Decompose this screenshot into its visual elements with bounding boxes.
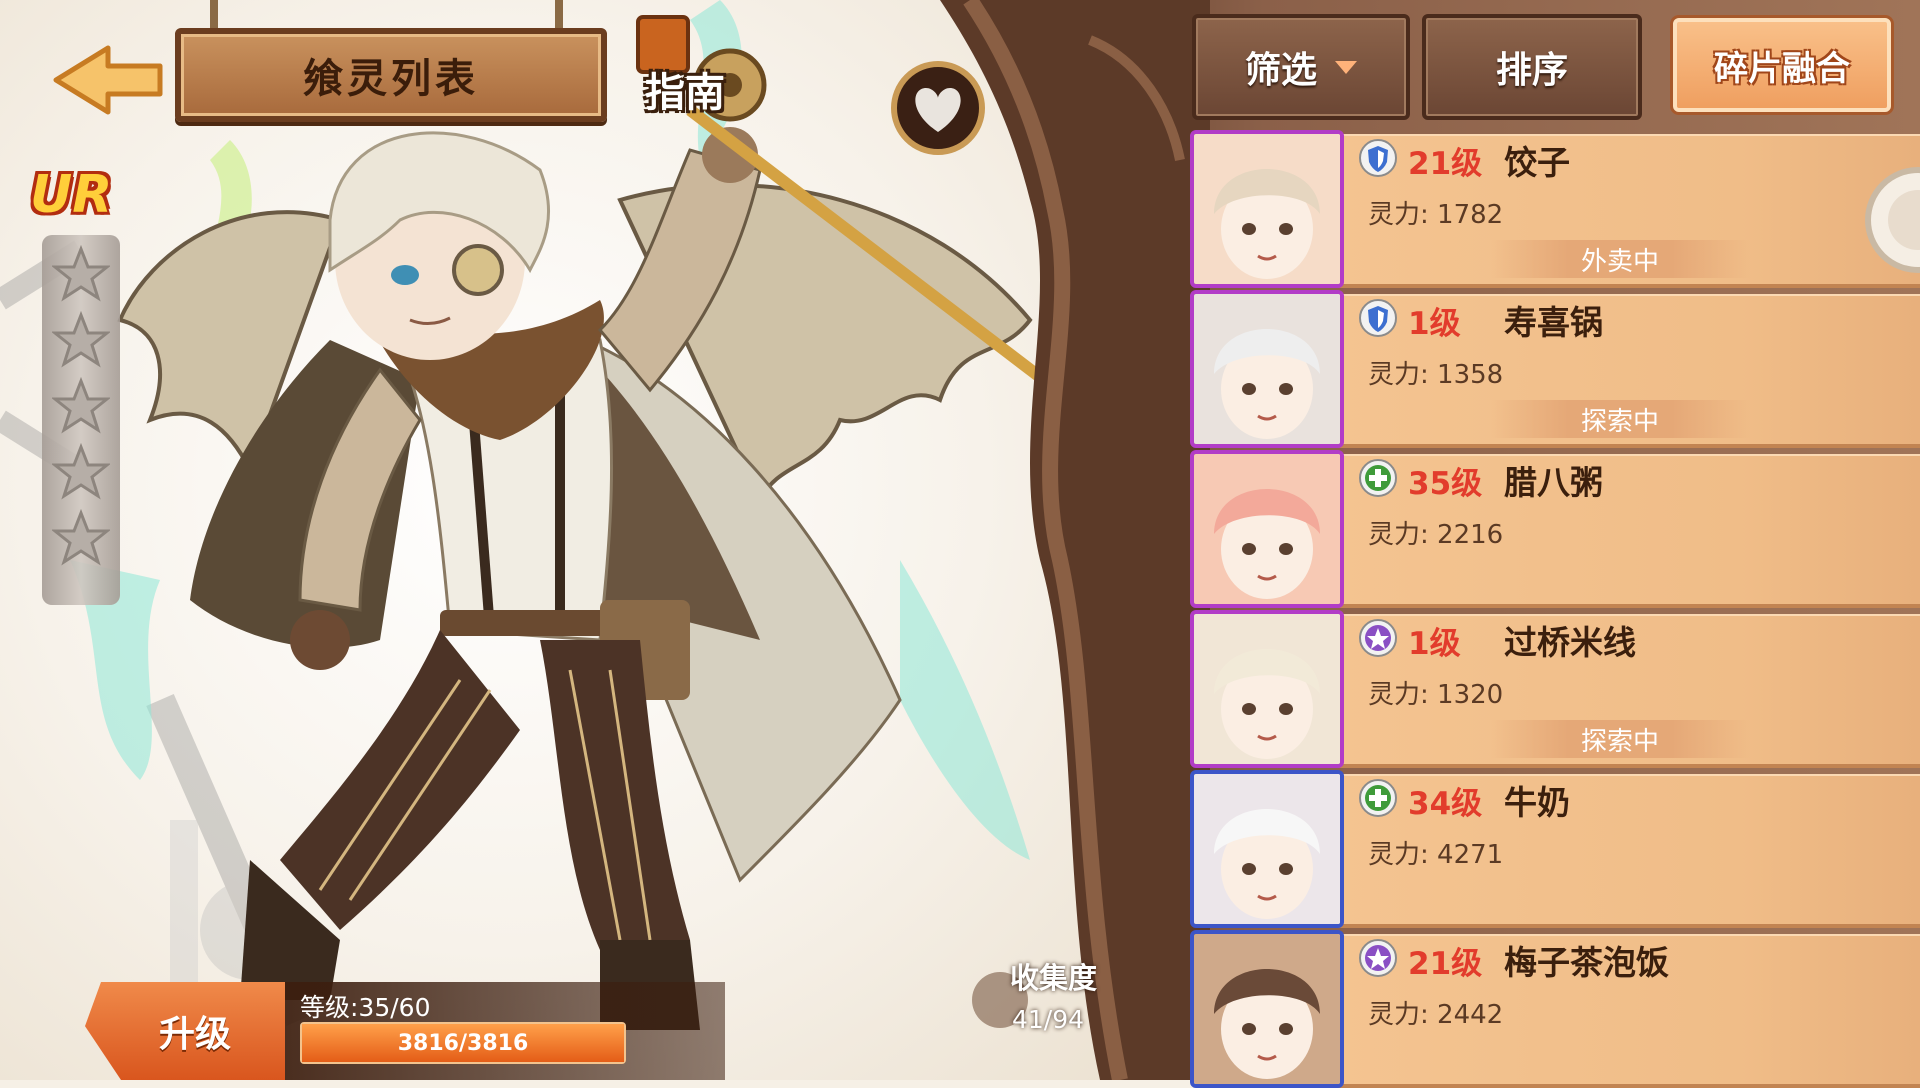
upgrade-button[interactable]: 升级 — [85, 982, 285, 1080]
character-power: 灵力: 1358 — [1368, 360, 1504, 390]
scroll-handle[interactable] — [1858, 165, 1920, 275]
character-power: 灵力: 4271 — [1368, 840, 1504, 870]
character-card[interactable]: 1级 过桥米线 灵力: 1320 探索中 — [1190, 610, 1920, 768]
character-portrait[interactable] — [1190, 290, 1344, 448]
character-portrait[interactable] — [1190, 610, 1344, 768]
filter-label: 筛选 — [1244, 50, 1317, 91]
star-icon — [52, 245, 110, 302]
character-status: 探索中 — [1490, 400, 1750, 438]
character-name: 过桥米线 — [1504, 623, 1636, 662]
character-portrait[interactable] — [1190, 770, 1344, 928]
magic-icon — [1358, 618, 1398, 658]
chevron-down-icon — [1335, 60, 1357, 74]
character-name: 腊八粥 — [1504, 463, 1603, 502]
upgrade-label: 升级 — [158, 1014, 231, 1055]
magic-icon — [1358, 938, 1398, 978]
character-power: 灵力: 1782 — [1368, 200, 1504, 230]
character-portrait[interactable] — [1190, 930, 1344, 1088]
character-portrait[interactable] — [1190, 130, 1344, 288]
character-level: 21级 — [1408, 146, 1483, 182]
character-name: 饺子 — [1504, 143, 1570, 182]
fuse-label: 碎片融合 — [1714, 48, 1850, 89]
heal-icon — [1358, 778, 1398, 818]
heal-icon — [1358, 458, 1398, 498]
character-status: 外卖中 — [1490, 240, 1750, 278]
character-card[interactable]: 21级 梅子茶泡饭 灵力: 2442 — [1190, 930, 1920, 1088]
back-icon[interactable] — [48, 40, 168, 120]
rarity-badge: UR — [30, 165, 113, 225]
tree-divider — [940, 0, 1210, 1080]
sort-button[interactable]: 排序 — [1422, 14, 1642, 120]
character-level: 1级 — [1408, 626, 1461, 662]
star-icon — [52, 377, 110, 434]
character-level: 35级 — [1408, 466, 1483, 502]
star-icon — [52, 311, 110, 368]
character-card[interactable]: 34级 牛奶 灵力: 4271 — [1190, 770, 1920, 928]
star-icon — [52, 509, 110, 566]
filter-button[interactable]: 筛选 — [1192, 14, 1410, 120]
character-level: 34级 — [1408, 786, 1483, 822]
character-card[interactable]: 21级 饺子 灵力: 1782 外卖中 — [1190, 130, 1920, 288]
page-title: 飨灵列表 — [303, 56, 479, 102]
character-level: 21级 — [1408, 946, 1483, 982]
character-power: 灵力: 2216 — [1368, 520, 1504, 550]
fuse-fragments-button[interactable]: 碎片融合 — [1673, 18, 1891, 112]
character-card[interactable]: 1级 寿喜锅 灵力: 1358 探索中 — [1190, 290, 1920, 448]
star-icon — [52, 443, 110, 500]
collection-value: 41/94 — [1012, 1005, 1085, 1034]
character-name: 牛奶 — [1504, 783, 1570, 822]
shield-icon — [1358, 298, 1398, 338]
character-name: 梅子茶泡饭 — [1504, 943, 1669, 982]
character-power: 灵力: 2442 — [1368, 1000, 1504, 1030]
character-portrait[interactable] — [1190, 450, 1344, 608]
shield-icon — [1358, 138, 1398, 178]
guide-button-label[interactable]: 指南 — [645, 60, 725, 118]
collection-title: 收集度 — [1010, 961, 1098, 995]
level-text: 等级:35/60 — [300, 993, 431, 1022]
character-card[interactable]: 35级 腊八粥 灵力: 2216 — [1190, 450, 1920, 608]
sort-label: 排序 — [1495, 50, 1568, 91]
character-name: 寿喜锅 — [1504, 303, 1603, 342]
exp-bar: 3816/3816 — [300, 1022, 626, 1064]
exp-text: 3816/3816 — [397, 1030, 529, 1056]
character-power: 灵力: 1320 — [1368, 680, 1504, 710]
character-status: 探索中 — [1490, 720, 1750, 758]
page-title-sign: 飨灵列表 — [175, 28, 607, 122]
character-level: 1级 — [1408, 306, 1461, 342]
